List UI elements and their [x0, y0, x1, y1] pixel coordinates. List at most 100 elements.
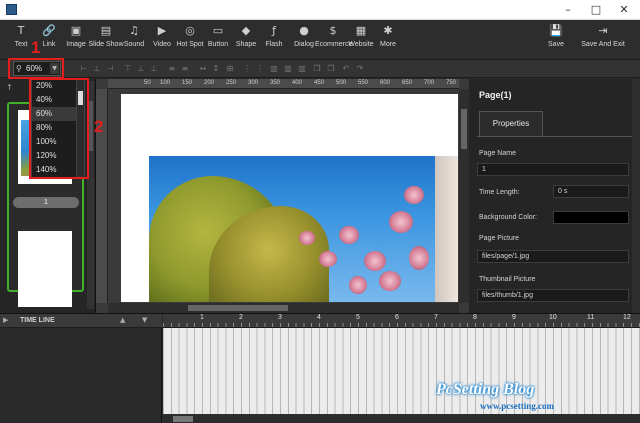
sound-tool-button[interactable]: ♫ Sound	[122, 23, 146, 57]
tab-properties[interactable]: Properties	[479, 111, 543, 137]
copy-icon[interactable]: ❐	[313, 64, 321, 74]
dollar-icon: $	[329, 24, 337, 37]
align-center-icon[interactable]: ⊥	[93, 64, 101, 74]
align-top-icon[interactable]: ⊤	[124, 64, 132, 74]
canvas-horizontal-scrollbar[interactable]	[108, 303, 459, 313]
page-canvas[interactable]	[121, 94, 458, 302]
tool-label: Slide Show	[88, 41, 124, 48]
layer-icon[interactable]: ▥	[298, 64, 306, 74]
tool-label: More	[380, 41, 396, 48]
scrollbar-thumb[interactable]	[188, 305, 288, 311]
main-toolbar: T Text 🔗 Link ▣ Image ▤ Slide Show ♫ Sound ▶ V…	[0, 20, 640, 60]
page-picture-field[interactable]: files/page/1.jpg	[477, 250, 629, 263]
photo-blossom	[299, 231, 315, 245]
tool-label: Ecommerce	[315, 41, 353, 48]
scrollbar-thumb[interactable]	[461, 109, 467, 149]
text-tool-button[interactable]: T Text	[11, 23, 31, 57]
thumbnail-picture-field[interactable]: files/thumb/1.jpg	[477, 289, 629, 302]
arrow-up-icon[interactable]: ▲	[120, 316, 125, 324]
time-length-field[interactable]: 0 s	[553, 185, 629, 198]
background-color-picker[interactable]	[553, 211, 629, 224]
undo-icon[interactable]: ↶	[342, 64, 350, 74]
align-left-icon[interactable]: ⊢	[80, 64, 88, 74]
tool-label: Button	[207, 41, 229, 48]
space-icon[interactable]: ⋮	[256, 64, 264, 74]
title-bar: – □ ✕	[0, 0, 640, 20]
distribute-icon[interactable]: ≡	[168, 64, 176, 74]
watermark-url: www.pcsetting.com	[480, 401, 554, 411]
flash-tool-button[interactable]: ƒ Flash	[264, 23, 284, 57]
same-width-icon[interactable]: ↔	[199, 64, 207, 74]
paste-icon[interactable]: ❐	[327, 64, 335, 74]
page-picture-label: Page Picture	[479, 235, 520, 242]
ruler-tick: 500	[336, 80, 347, 86]
app-window: – □ ✕ T Text 🔗 Link ▣ Image ▤ Slide Show ♫ So…	[0, 0, 640, 423]
timeline-ruler-number: 10	[549, 314, 557, 321]
page-number-badge: 1	[13, 197, 79, 208]
link-tool-button[interactable]: 🔗 Link	[39, 23, 59, 57]
ruler-tick: 400	[292, 80, 303, 86]
layer-icon[interactable]: ▥	[284, 64, 292, 74]
play-icon[interactable]: ▶	[3, 316, 8, 324]
save-button[interactable]: 💾 Save	[543, 23, 569, 57]
ruler-tick: 750	[446, 80, 457, 86]
slide-show-tool-button[interactable]: ▤ Slide Show	[88, 23, 124, 57]
timeline-ruler-number: 7	[434, 314, 438, 321]
shape-tool-button[interactable]: ◆ Shape	[235, 23, 257, 57]
arrow-up-icon[interactable]: ↑	[6, 83, 13, 92]
website-tool-button[interactable]: ▦ Website	[347, 23, 375, 57]
page-background-photo[interactable]	[149, 156, 458, 302]
scrollbar-thumb[interactable]	[173, 416, 193, 422]
photo-blossom	[409, 246, 429, 270]
tool-label: Dialog	[294, 41, 314, 48]
layer-icon[interactable]: ▥	[270, 64, 278, 74]
ecommerce-tool-button[interactable]: $ Ecommerce	[315, 23, 353, 57]
timeline-ruler-number: 5	[356, 314, 360, 321]
video-tool-button[interactable]: ▶ Video	[151, 23, 173, 57]
timeline-scrollbar[interactable]	[163, 414, 640, 423]
minimize-button[interactable]: –	[554, 0, 582, 20]
photo-blossom	[379, 271, 401, 291]
canvas-vertical-scrollbar[interactable]	[459, 89, 469, 303]
annotation-number-2: 2	[94, 117, 104, 136]
ruler-tick: 350	[270, 80, 281, 86]
photo-blossom	[364, 251, 386, 271]
close-button[interactable]: ✕	[610, 0, 638, 20]
space-icon[interactable]: ⋮	[243, 64, 251, 74]
properties-scrollbar[interactable]	[632, 79, 640, 313]
align-middle-icon[interactable]: ⊥	[137, 64, 145, 74]
dialog-tool-button[interactable]: ● Dialog	[292, 23, 316, 57]
save-and-exit-button[interactable]: ⇥ Save And Exit	[580, 23, 626, 57]
thumbnail-picture-label: Thumbnail Picture	[479, 276, 536, 283]
timeline-ruler-number: 12	[623, 314, 631, 321]
image-icon: ▣	[70, 24, 82, 37]
image-tool-button[interactable]: ▣ Image	[64, 23, 88, 57]
more-tool-button[interactable]: ✱ More	[377, 23, 399, 57]
exit-icon: ⇥	[598, 24, 608, 37]
arrow-down-icon[interactable]: ▼	[142, 316, 147, 324]
align-right-icon[interactable]: ⊣	[106, 64, 114, 74]
tool-label: Sound	[123, 41, 145, 48]
timeline-ruler-number: 9	[512, 314, 516, 321]
button-tool-button[interactable]: ▭ Button	[206, 23, 230, 57]
tool-label: Flash	[265, 41, 283, 48]
same-size-icon[interactable]: ⊞	[226, 64, 234, 74]
timeline-grid[interactable]	[163, 328, 640, 414]
ruler-tick: 50	[144, 80, 151, 86]
align-bottom-icon[interactable]: ⊥	[150, 64, 158, 74]
horizontal-ruler: 50 100 150 200 250 300 350 400 450 500 5…	[108, 79, 459, 89]
timeline-header: ▶ TIME LINE ▲ ▼	[0, 314, 162, 328]
annotation-box-dropdown	[29, 78, 89, 179]
maximize-button[interactable]: □	[582, 0, 610, 20]
same-height-icon[interactable]: ↕	[212, 64, 220, 74]
redo-icon[interactable]: ↷	[356, 64, 364, 74]
photo-edge	[435, 156, 458, 302]
save-label: Save	[548, 41, 564, 48]
hot-spot-tool-button[interactable]: ◎ Hot Spot	[175, 23, 205, 57]
timeline-ruler-number: 3	[278, 314, 282, 321]
tool-label: Text	[14, 41, 28, 48]
page-thumbnail-2[interactable]	[18, 231, 72, 307]
page-name-field[interactable]: 1	[477, 163, 629, 176]
timeline-ruler[interactable]: 1 2 3 4 5 6 7 8 9 10 11 12	[163, 314, 640, 328]
distribute-icon[interactable]: ≡	[181, 64, 189, 74]
